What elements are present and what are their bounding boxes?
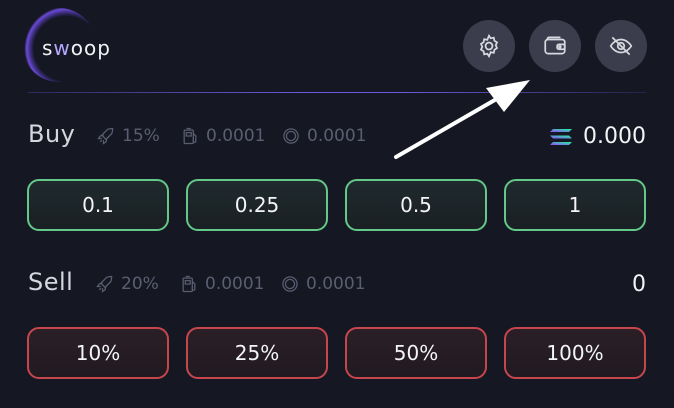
buy-slippage: 15% [96, 126, 160, 146]
fuel-icon [183, 127, 197, 145]
header-divider [28, 92, 646, 93]
eye-off-icon [609, 36, 633, 56]
buy-amount-button[interactable]: 1 [504, 179, 646, 231]
coin-icon [283, 128, 299, 144]
buy-amount-button[interactable]: 0.5 [345, 179, 487, 231]
gear-icon [479, 33, 499, 59]
solana-icon [550, 128, 573, 145]
settings-button[interactable] [463, 20, 515, 72]
wallet-button[interactable] [529, 20, 581, 72]
buy-amount-button[interactable]: 0.1 [27, 179, 169, 231]
sol-balance-value: 0.000 [583, 124, 646, 149]
rocket-icon [96, 275, 113, 293]
sell-tip: 0.0001 [280, 274, 365, 294]
swoop-panel: swoop Buy 15% 0.0001 0.0001 0.000 0.1 0.… [0, 0, 674, 408]
buy-title: Buy [28, 120, 76, 148]
sell-slippage: 20% [95, 274, 159, 294]
sell-priority-fee-value: 0.0001 [205, 274, 265, 294]
buy-slippage-value: 15% [122, 126, 160, 146]
logo-text: swoop [42, 36, 111, 60]
sell-tip-value: 0.0001 [306, 274, 366, 294]
rocket-icon [97, 127, 114, 145]
token-balance: 0 [632, 272, 646, 297]
buy-amount-button[interactable]: 0.25 [186, 179, 328, 231]
sell-title: Sell [28, 268, 74, 296]
hide-balance-button[interactable] [595, 20, 647, 72]
sell-percent-button[interactable]: 10% [27, 327, 169, 379]
buy-tip: 0.0001 [281, 126, 366, 146]
sell-slippage-value: 20% [121, 274, 159, 294]
sell-percent-button[interactable]: 50% [345, 327, 487, 379]
token-balance-value: 0 [632, 272, 646, 297]
sol-balance: 0.000 [549, 124, 646, 149]
buy-tip-value: 0.0001 [307, 126, 367, 146]
coin-icon [282, 276, 298, 292]
sell-percent-button[interactable]: 100% [504, 327, 646, 379]
sell-percent-button[interactable]: 25% [186, 327, 328, 379]
buy-priority-fee-value: 0.0001 [206, 126, 266, 146]
wallet-icon [544, 36, 566, 55]
buy-priority-fee: 0.0001 [180, 126, 265, 146]
fuel-icon [182, 275, 196, 293]
swoop-logo: swoop [22, 8, 122, 82]
sell-priority-fee: 0.0001 [179, 274, 264, 294]
